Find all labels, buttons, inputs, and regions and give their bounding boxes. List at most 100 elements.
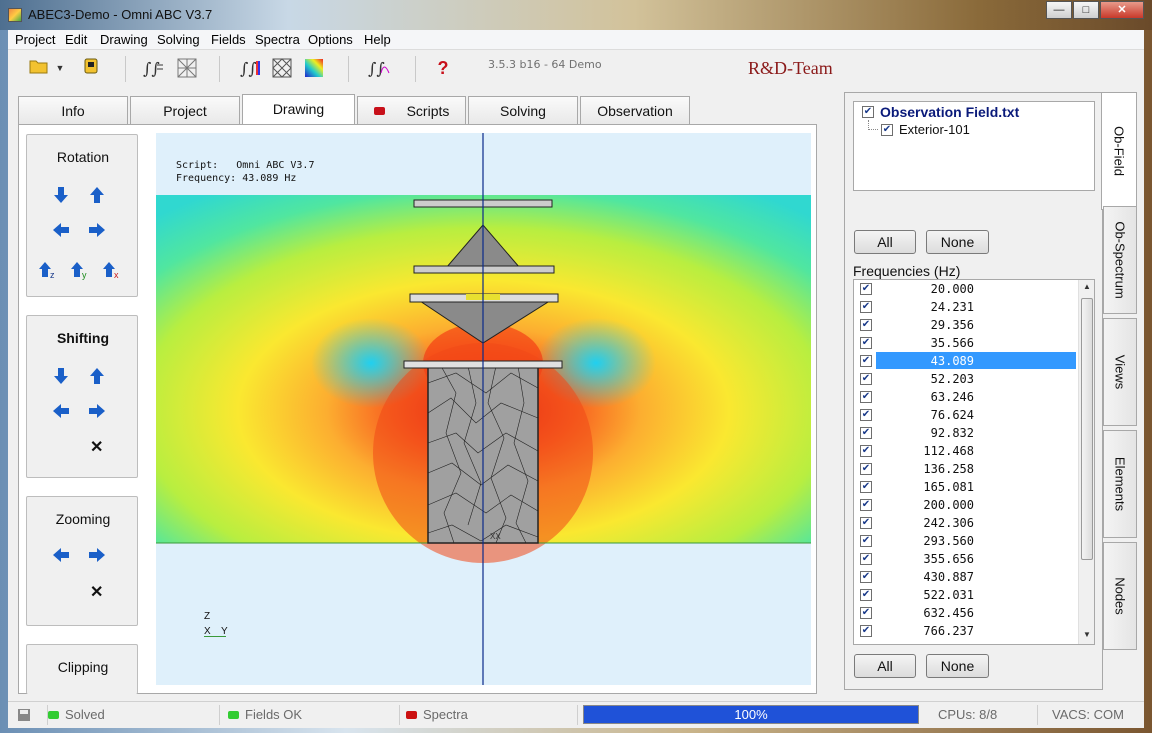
help-question-icon[interactable]: ? — [432, 57, 454, 79]
menu-fields[interactable]: Fields — [211, 32, 246, 47]
select-all-fields-button[interactable]: All — [854, 230, 916, 254]
tab-drawing[interactable]: Drawing — [242, 94, 355, 126]
rotate-right-arrow-icon[interactable] — [87, 220, 107, 240]
close-button[interactable]: ✕ — [1100, 1, 1144, 19]
zoom-reset-icon[interactable]: ✕ — [90, 582, 103, 602]
menu-drawing[interactable]: Drawing — [100, 32, 148, 47]
tab-project[interactable]: Project — [130, 96, 240, 126]
frequency-row[interactable]: ✔ 43.089 — [854, 352, 1078, 370]
frequency-checkbox[interactable]: ✔ — [860, 373, 872, 385]
frequency-row[interactable]: ✔ 76.624 — [854, 406, 1078, 424]
shift-right-arrow-icon[interactable] — [87, 401, 107, 421]
frequency-row[interactable]: ✔ 632.456 — [854, 604, 1078, 622]
frequency-row[interactable]: ✔ 112.468 — [854, 442, 1078, 460]
frequency-checkbox[interactable]: ✔ — [860, 553, 872, 565]
frequency-checkbox[interactable]: ✔ — [860, 481, 872, 493]
rotate-left-arrow-icon[interactable] — [51, 220, 71, 240]
select-all-frequencies-button[interactable]: All — [854, 654, 916, 678]
maximize-button[interactable]: □ — [1073, 1, 1099, 19]
side-tab-ob-field[interactable]: Ob-Field — [1101, 92, 1137, 210]
select-none-frequencies-button[interactable]: None — [926, 654, 989, 678]
zoom-in-arrow-icon[interactable] — [87, 545, 107, 565]
title-bar[interactable]: ABEC3-Demo - Omni ABC V3.7 — □ ✕ — [0, 0, 1152, 30]
observation-file-checkbox[interactable]: ✔ — [862, 106, 874, 118]
field-integral-icon[interactable]: ∫∫ — [240, 57, 262, 79]
shift-up-arrow-icon[interactable] — [87, 366, 107, 386]
exterior-label[interactable]: Exterior-101 — [899, 122, 970, 137]
mesh-wire-icon[interactable] — [271, 57, 293, 79]
status-save-icon[interactable] — [16, 705, 48, 725]
frequency-list[interactable]: ▲ ▼ ✔ 20.000 ✔ 24.231 ✔ 29.356 ✔ 35.566 ✔ 43.089 ✔… — [853, 279, 1095, 645]
shift-left-arrow-icon[interactable] — [51, 401, 71, 421]
frequency-row[interactable]: ✔ 35.566 — [854, 334, 1078, 352]
frequency-checkbox[interactable]: ✔ — [860, 535, 872, 547]
spectrum-integral-icon[interactable]: ∫∫ — [368, 57, 390, 79]
tab-observation[interactable]: Observation — [580, 96, 690, 126]
frequency-checkbox[interactable]: ✔ — [860, 517, 872, 529]
tab-info[interactable]: Info — [18, 96, 128, 126]
frequency-checkbox[interactable]: ✔ — [860, 283, 872, 295]
side-tab-elements[interactable]: Elements — [1103, 430, 1137, 538]
rotate-up-arrow-icon[interactable] — [87, 185, 107, 205]
frequency-row[interactable]: ✔ 766.237 — [854, 622, 1078, 640]
scroll-down-icon[interactable]: ▼ — [1083, 630, 1091, 639]
side-tab-nodes[interactable]: Nodes — [1103, 542, 1137, 650]
shift-down-arrow-icon[interactable] — [51, 366, 71, 386]
frequency-checkbox[interactable]: ✔ — [860, 445, 872, 457]
frequency-checkbox[interactable]: ✔ — [860, 625, 872, 637]
scroll-thumb[interactable] — [1081, 298, 1093, 560]
side-tab-views[interactable]: Views — [1103, 318, 1137, 426]
shift-reset-icon[interactable]: ✕ — [90, 437, 103, 457]
solve-integral-icon[interactable]: ∫∫ — [142, 57, 164, 79]
zoom-out-arrow-icon[interactable] — [51, 545, 71, 565]
menu-edit[interactable]: Edit — [65, 32, 87, 47]
frequency-row[interactable]: ✔ 136.258 — [854, 460, 1078, 478]
frequency-row[interactable]: ✔ 165.081 — [854, 478, 1078, 496]
frequency-row[interactable]: ✔ 52.203 — [854, 370, 1078, 388]
frequency-checkbox[interactable]: ✔ — [860, 409, 872, 421]
frequency-row[interactable]: ✔ 200.000 — [854, 496, 1078, 514]
frequency-scrollbar[interactable]: ▲ ▼ — [1078, 280, 1094, 644]
frequency-checkbox[interactable]: ✔ — [860, 427, 872, 439]
frequency-row[interactable]: ✔ 24.231 — [854, 298, 1078, 316]
exterior-checkbox[interactable]: ✔ — [881, 124, 893, 136]
frequency-row[interactable]: ✔ 63.246 — [854, 388, 1078, 406]
menu-solving[interactable]: Solving — [157, 32, 200, 47]
save-icon[interactable] — [80, 57, 102, 79]
mesh-grid-icon[interactable] — [176, 57, 198, 79]
minimize-button[interactable]: — — [1046, 1, 1072, 19]
frequency-checkbox[interactable]: ✔ — [860, 319, 872, 331]
frequency-row[interactable]: ✔ 293.560 — [854, 532, 1078, 550]
menu-spectra[interactable]: Spectra — [255, 32, 300, 47]
field-viewport[interactable]: Script: Omni ABC V3.7 Frequency: 43.089 H… — [156, 133, 811, 685]
menu-project[interactable]: Project — [15, 32, 55, 47]
dropdown-arrow-icon[interactable]: ▼ — [54, 57, 66, 79]
color-map-icon[interactable] — [303, 57, 325, 79]
side-tab-ob-spectrum[interactable]: Ob-Spectrum — [1103, 206, 1137, 314]
frequency-row[interactable]: ✔ 29.356 — [854, 316, 1078, 334]
frequency-checkbox[interactable]: ✔ — [860, 355, 872, 367]
frequency-checkbox[interactable]: ✔ — [860, 607, 872, 619]
select-none-fields-button[interactable]: None — [926, 230, 989, 254]
frequency-checkbox[interactable]: ✔ — [860, 391, 872, 403]
frequency-checkbox[interactable]: ✔ — [860, 589, 872, 601]
frequency-row[interactable]: ✔ 355.656 — [854, 550, 1078, 568]
frequency-checkbox[interactable]: ✔ — [860, 571, 872, 583]
menu-help[interactable]: Help — [364, 32, 391, 47]
observation-file-label[interactable]: Observation Field.txt — [880, 104, 1019, 120]
frequency-row[interactable]: ✔ 430.887 — [854, 568, 1078, 586]
rotate-down-arrow-icon[interactable] — [51, 185, 71, 205]
open-folder-icon[interactable] — [28, 57, 50, 79]
frequency-checkbox[interactable]: ✔ — [860, 337, 872, 349]
frequency-row[interactable]: ✔ 92.832 — [854, 424, 1078, 442]
frequency-checkbox[interactable]: ✔ — [860, 499, 872, 511]
frequency-checkbox[interactable]: ✔ — [860, 301, 872, 313]
frequency-row[interactable]: ✔ 20.000 — [854, 280, 1078, 298]
frequency-checkbox[interactable]: ✔ — [860, 463, 872, 475]
frequency-row[interactable]: ✔ 242.306 — [854, 514, 1078, 532]
menu-options[interactable]: Options — [308, 32, 353, 47]
tab-solving[interactable]: Solving — [468, 96, 578, 126]
frequency-row[interactable]: ✔ 522.031 — [854, 586, 1078, 604]
tab-scripts[interactable]: Scripts — [357, 96, 466, 126]
scroll-up-icon[interactable]: ▲ — [1083, 282, 1091, 291]
